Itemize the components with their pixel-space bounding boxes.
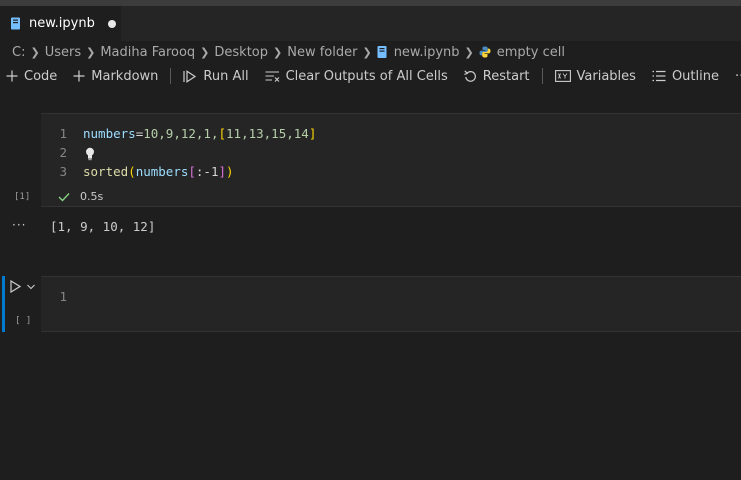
code-token: ] <box>308 126 317 141</box>
chevron-right-icon: ❯ <box>200 45 210 59</box>
breadcrumb-item-user[interactable]: Madiha Farooq <box>100 45 195 60</box>
line-number: 2 <box>59 145 67 160</box>
code-token: ( <box>128 164 136 179</box>
run-all-button[interactable]: Run All <box>183 68 249 84</box>
add-markdown-label: Markdown <box>91 68 159 84</box>
run-all-icon <box>183 69 197 83</box>
code-token: 10,9,12,1, <box>143 126 219 141</box>
execution-duration: 0.5s <box>80 190 104 203</box>
more-icon: ··· <box>734 68 741 84</box>
toolbar-divider <box>541 68 543 84</box>
breadcrumb-item-drive[interactable]: C: <box>12 45 25 60</box>
code-token: :-1 <box>195 164 219 179</box>
code-line: 3 sorted(numbers[:-1]) <box>41 164 234 183</box>
add-code-cell-button[interactable]: Code <box>6 69 57 84</box>
execution-count: [ ] <box>15 316 32 326</box>
focused-cell-indicator <box>2 276 5 332</box>
chevron-right-icon: ❯ <box>273 45 283 59</box>
breadcrumb-item-file[interactable]: new.ipynb <box>394 45 460 60</box>
clear-outputs-button[interactable]: Clear Outputs of All Cells <box>265 69 448 84</box>
breadcrumb-item-desktop[interactable]: Desktop <box>214 45 268 60</box>
code-token: [ <box>218 126 227 141</box>
line-number: 1 <box>59 126 67 141</box>
restart-label: Restart <box>482 68 530 84</box>
variables-label: Variables <box>576 68 636 84</box>
chevron-right-icon: ❯ <box>30 45 40 59</box>
outline-label: Outline <box>671 68 719 84</box>
output-menu-icon[interactable]: ··· <box>12 218 26 232</box>
variables-button[interactable]: Variables <box>554 68 636 84</box>
run-all-label: Run All <box>203 68 249 84</box>
notebook-file-icon <box>377 46 387 58</box>
code-token: ] <box>218 164 227 179</box>
code-cell-1-editor[interactable]: 1 numbers = 10,9,12,1,[11,13,15,14] 2 3 so… <box>41 113 741 207</box>
code-line: 2 <box>41 145 95 164</box>
add-code-label: Code <box>24 68 58 84</box>
code-token: ) <box>226 164 234 179</box>
cell-status: 0.5s <box>58 190 103 203</box>
breadcrumb: C: ❯ Users ❯ Madiha Farooq ❯ Desktop ❯ N… <box>12 43 565 61</box>
code-token: [ <box>188 164 196 179</box>
python-icon <box>479 46 491 58</box>
tab-bar: new.ipynb <box>0 6 741 41</box>
more-actions-button[interactable]: ··· <box>735 69 741 84</box>
chevron-down-icon[interactable] <box>27 284 35 290</box>
code-token: numbers <box>83 126 136 141</box>
toolbar-divider <box>170 68 172 84</box>
add-markdown-cell-button[interactable]: Markdown <box>73 69 158 84</box>
breadcrumb-item-folder[interactable]: New folder <box>287 45 357 60</box>
notebook-file-icon <box>11 17 20 30</box>
plus-icon <box>6 70 18 82</box>
unsaved-dot-icon[interactable] <box>107 19 116 28</box>
restart-icon <box>463 69 476 82</box>
code-cell-2-editor[interactable]: 1 <box>41 276 741 332</box>
chevron-right-icon: ❯ <box>86 45 96 59</box>
play-icon <box>10 280 21 293</box>
restart-button[interactable]: Restart <box>463 68 530 84</box>
line-number: 3 <box>59 164 67 179</box>
outline-button[interactable]: Outline <box>652 69 719 84</box>
check-icon <box>58 192 70 202</box>
plus-icon <box>73 70 85 82</box>
breadcrumb-item-cell[interactable]: empty cell <box>497 45 565 60</box>
code-line: 1 numbers = 10,9,12,1,[11,13,15,14] <box>41 126 316 145</box>
notebook-toolbar: Code Markdown Run All Clear Outputs of A… <box>6 66 741 86</box>
tab-new-ipynb[interactable]: new.ipynb <box>0 6 121 41</box>
outline-icon <box>652 70 666 82</box>
run-cell-button[interactable] <box>10 280 41 293</box>
execution-count: [1] <box>14 192 31 202</box>
code-token: numbers <box>135 164 189 179</box>
code-token: 11,13,15,14 <box>226 126 309 141</box>
line-number: 1 <box>59 289 67 304</box>
clear-all-icon <box>265 71 279 82</box>
code-token: = <box>135 126 144 141</box>
lightbulb-icon[interactable] <box>85 147 95 161</box>
variables-icon <box>554 70 571 82</box>
chevron-right-icon: ❯ <box>362 45 372 59</box>
code-token: sorted <box>83 164 129 179</box>
cell-output: [1, 9, 10, 12] <box>50 219 156 234</box>
breadcrumb-item-users[interactable]: Users <box>45 45 81 60</box>
code-line: 1 <box>41 289 83 308</box>
tab-label: new.ipynb <box>29 16 95 31</box>
clear-outputs-label: Clear Outputs of All Cells <box>285 68 448 84</box>
chevron-right-icon: ❯ <box>464 45 474 59</box>
